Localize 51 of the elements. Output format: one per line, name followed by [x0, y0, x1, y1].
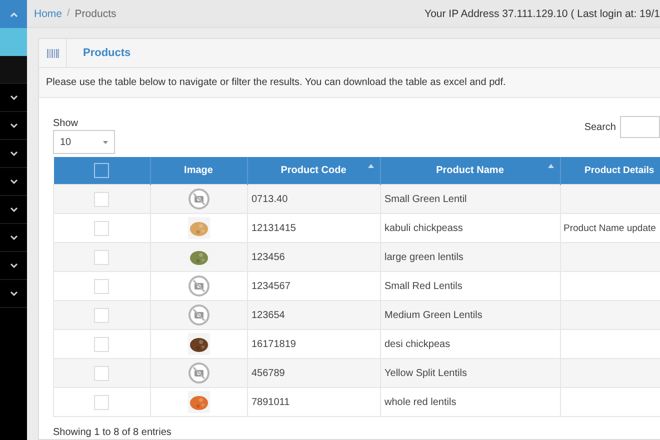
- column-header[interactable]: Image: [150, 157, 247, 184]
- product-code: 0713.40: [252, 194, 288, 204]
- product-name: desi chickpeas: [384, 338, 450, 350]
- product-name: large green lentils: [384, 252, 464, 262]
- product-code: 16171819: [252, 338, 296, 350]
- no-camera-icon: [188, 275, 210, 297]
- no-camera-icon: [188, 304, 210, 326]
- row-checkbox[interactable]: [94, 366, 110, 380]
- product-details: Product Name update: [564, 222, 656, 234]
- breadcrumb-current: Products: [74, 8, 116, 20]
- product-code: 123654: [252, 310, 285, 320]
- product-code: 1234567: [252, 280, 290, 292]
- product-name: Medium Green Lentils: [384, 310, 482, 320]
- product-code: 456789: [252, 368, 285, 378]
- show-label: Show: [53, 118, 80, 129]
- product-name: Small Green Lentil: [384, 194, 467, 204]
- chevron-up-icon: [10, 12, 18, 16]
- product-name: Small Red Lentils: [384, 280, 462, 292]
- dropdown-caret-icon: [103, 140, 108, 144]
- row-checkbox[interactable]: [94, 220, 110, 236]
- login-info: Your IP Address 37.111.129.10 ( Last login at: 19/1: [424, 8, 660, 20]
- product-name: whole red lentils: [384, 396, 456, 408]
- search-field[interactable]: [620, 116, 660, 138]
- row-checkbox[interactable]: [94, 250, 110, 264]
- breadcrumb-separator: /: [67, 8, 70, 19]
- product-name: Yellow Split Lentils: [384, 368, 467, 378]
- no-camera-icon: [188, 362, 210, 384]
- row-checkbox[interactable]: [94, 308, 110, 322]
- row-checkbox[interactable]: [94, 192, 110, 206]
- no-camera-icon: [188, 188, 210, 210]
- table-info: Showing 1 to 8 of 8 entries: [53, 427, 172, 438]
- panel-description: Please use the table below to navigate or filter the results. You can download the table as excel and pdf.: [46, 77, 506, 88]
- row-checkbox[interactable]: [94, 336, 110, 352]
- column-header[interactable]: Product Code: [247, 157, 380, 184]
- product-name: kabuli chickpeass: [384, 222, 463, 234]
- select-all-checkbox[interactable]: [94, 163, 109, 178]
- row-checkbox[interactable]: [94, 278, 110, 294]
- product-code: 12131415: [252, 222, 296, 234]
- page-size-select[interactable]: 10: [53, 130, 115, 154]
- panel-title: Products: [83, 47, 131, 59]
- search-label: Search: [584, 122, 616, 132]
- column-header[interactable]: Product Name: [380, 157, 560, 184]
- product-code: 123456: [252, 252, 285, 262]
- breadcrumb-link[interactable]: Home: [34, 8, 62, 20]
- sort-icon: [548, 164, 554, 168]
- product-code: 7891011: [252, 396, 290, 408]
- sidebar-toggle[interactable]: [0, 0, 27, 28]
- barcode-icon: [46, 48, 58, 58]
- column-header[interactable]: Product Details: [560, 157, 660, 184]
- sort-icon: [368, 164, 374, 168]
- row-checkbox[interactable]: [94, 394, 110, 410]
